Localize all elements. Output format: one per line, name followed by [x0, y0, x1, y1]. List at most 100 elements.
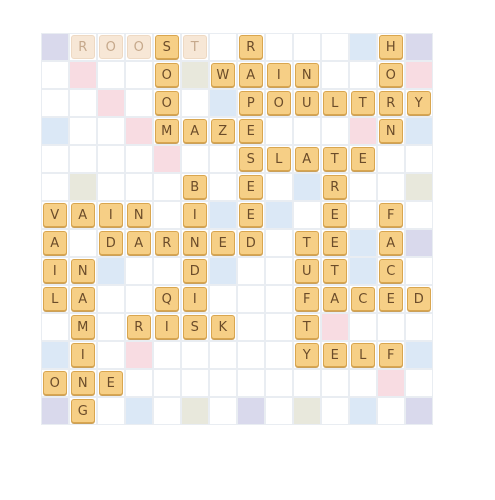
letter-tile[interactable]: E [99, 371, 123, 395]
board-cell[interactable] [41, 61, 69, 89]
board-cell[interactable]: T [349, 89, 377, 117]
board-cell[interactable]: S [153, 33, 181, 61]
board-cell[interactable] [209, 173, 237, 201]
board-cell[interactable]: M [69, 313, 97, 341]
bonus-square[interactable] [69, 61, 97, 89]
board-cell[interactable] [153, 341, 181, 369]
board-cell[interactable] [265, 173, 293, 201]
board-cell[interactable]: O [377, 61, 405, 89]
board-cell[interactable] [293, 369, 321, 397]
board-cell[interactable]: P [237, 89, 265, 117]
board-cell[interactable]: T [321, 257, 349, 285]
board-cell[interactable]: I [181, 285, 209, 313]
bonus-square[interactable] [265, 201, 293, 229]
board-cell[interactable] [349, 369, 377, 397]
board-cell[interactable]: O [153, 61, 181, 89]
board-cell[interactable]: T [293, 313, 321, 341]
board-cell[interactable]: D [237, 229, 265, 257]
letter-tile[interactable]: R [155, 231, 179, 255]
letter-tile[interactable]: M [155, 119, 179, 143]
board-cell[interactable] [41, 173, 69, 201]
board-cell[interactable]: E [377, 285, 405, 313]
board-cell[interactable]: Y [293, 341, 321, 369]
letter-tile[interactable]: S [155, 35, 179, 59]
board-cell[interactable]: I [265, 61, 293, 89]
board-cell[interactable]: E [237, 201, 265, 229]
board-cell[interactable] [237, 369, 265, 397]
board-cell[interactable]: N [125, 201, 153, 229]
letter-tile[interactable]: U [295, 91, 319, 115]
board-cell[interactable] [349, 61, 377, 89]
board-cell[interactable]: S [237, 145, 265, 173]
board-cell[interactable]: N [69, 257, 97, 285]
bonus-square[interactable] [125, 117, 153, 145]
board-cell[interactable]: H [377, 33, 405, 61]
board-cell[interactable] [265, 229, 293, 257]
board-cell[interactable]: C [349, 285, 377, 313]
board-cell[interactable]: S [181, 313, 209, 341]
board-cell[interactable] [125, 145, 153, 173]
board-cell[interactable]: V [41, 201, 69, 229]
letter-tile[interactable]: I [267, 63, 291, 87]
board-cell[interactable]: L [41, 285, 69, 313]
letter-tile[interactable]: I [43, 259, 67, 283]
board-cell[interactable]: A [125, 229, 153, 257]
bonus-square[interactable] [69, 173, 97, 201]
bonus-square[interactable] [405, 341, 433, 369]
letter-tile[interactable]: N [379, 119, 403, 143]
letter-tile[interactable]: D [99, 231, 123, 255]
board-cell[interactable] [181, 145, 209, 173]
board-cell[interactable]: I [181, 201, 209, 229]
letter-tile[interactable]: O [99, 35, 123, 59]
board-cell[interactable] [153, 201, 181, 229]
letter-tile[interactable]: N [127, 203, 151, 227]
board-cell[interactable] [321, 369, 349, 397]
letter-tile[interactable]: R [239, 35, 263, 59]
board-cell[interactable] [209, 285, 237, 313]
board-cell[interactable] [209, 369, 237, 397]
letter-tile[interactable]: S [239, 147, 263, 171]
bonus-square[interactable] [405, 33, 433, 61]
letter-tile[interactable]: L [267, 147, 291, 171]
letter-tile[interactable]: A [183, 119, 207, 143]
board-cell[interactable]: A [293, 145, 321, 173]
board-cell[interactable]: A [321, 285, 349, 313]
board-cell[interactable]: N [293, 61, 321, 89]
letter-tile[interactable]: A [239, 63, 263, 87]
board-cell[interactable] [209, 397, 237, 425]
letter-tile[interactable]: P [239, 91, 263, 115]
board-cell[interactable]: F [293, 285, 321, 313]
board-cell[interactable]: D [97, 229, 125, 257]
board-cell[interactable] [265, 397, 293, 425]
letter-tile[interactable]: N [71, 371, 95, 395]
letter-tile[interactable]: A [71, 203, 95, 227]
board-cell[interactable] [125, 285, 153, 313]
board-cell[interactable] [265, 117, 293, 145]
board-cell[interactable]: L [321, 89, 349, 117]
board-cell[interactable]: R [153, 229, 181, 257]
letter-tile[interactable]: T [351, 91, 375, 115]
letter-tile[interactable]: E [351, 147, 375, 171]
bonus-square[interactable] [237, 397, 265, 425]
letter-tile[interactable]: E [323, 231, 347, 255]
letter-tile[interactable]: A [379, 231, 403, 255]
bonus-square[interactable] [153, 145, 181, 173]
board-cell[interactable] [321, 397, 349, 425]
letter-tile[interactable]: Q [155, 287, 179, 311]
board-cell[interactable]: R [377, 89, 405, 117]
board-cell[interactable]: L [349, 341, 377, 369]
board-cell[interactable]: Z [209, 117, 237, 145]
board-cell[interactable]: L [265, 145, 293, 173]
letter-tile[interactable]: E [239, 175, 263, 199]
board-cell[interactable]: T [181, 33, 209, 61]
letter-tile[interactable]: E [211, 231, 235, 255]
board-cell[interactable] [181, 89, 209, 117]
letter-tile[interactable]: L [43, 287, 67, 311]
board-cell[interactable]: D [181, 257, 209, 285]
letter-tile[interactable]: K [211, 315, 235, 339]
letter-tile[interactable]: C [351, 287, 375, 311]
board-cell[interactable] [97, 285, 125, 313]
board-cell[interactable] [349, 201, 377, 229]
board-cell[interactable] [97, 397, 125, 425]
bonus-square[interactable] [405, 61, 433, 89]
